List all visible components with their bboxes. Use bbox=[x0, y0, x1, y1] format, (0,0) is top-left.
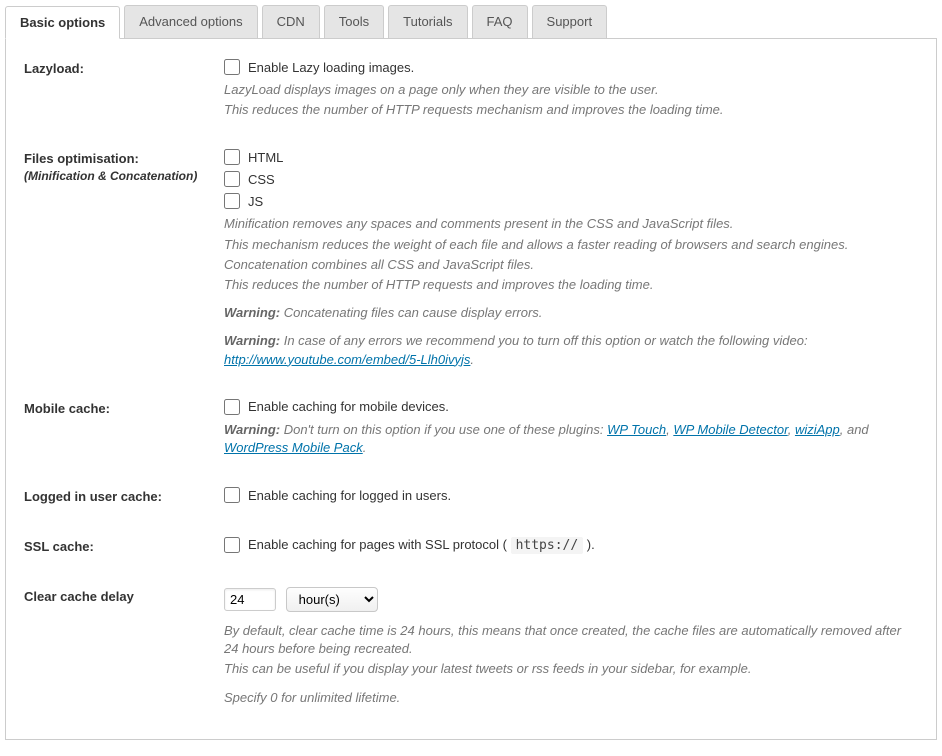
filesopt-warning-2: Warning: In case of any errors we recomm… bbox=[224, 332, 918, 368]
label-clear-cache-delay: Clear cache delay bbox=[24, 589, 224, 604]
lazyload-desc-1: LazyLoad displays images on a page only … bbox=[224, 81, 918, 99]
checkbox-html-label[interactable]: HTML bbox=[248, 150, 283, 165]
link-wp-mobile-detector[interactable]: WP Mobile Detector bbox=[673, 422, 787, 437]
clear-cache-desc-1: By default, clear cache time is 24 hours… bbox=[224, 622, 918, 658]
label-logged-in-cache: Logged in user cache: bbox=[24, 489, 224, 504]
label-lazyload: Lazyload: bbox=[24, 61, 224, 76]
tab-advanced-options[interactable]: Advanced options bbox=[124, 5, 257, 38]
filesopt-desc-2: This mechanism reduces the weight of eac… bbox=[224, 236, 918, 254]
tabs-nav: Basic options Advanced options CDN Tools… bbox=[5, 5, 937, 39]
tab-cdn[interactable]: CDN bbox=[262, 5, 320, 38]
lazyload-desc-2: This reduces the number of HTTP requests… bbox=[224, 101, 918, 119]
tab-basic-options[interactable]: Basic options bbox=[5, 6, 120, 39]
checkbox-css-label[interactable]: CSS bbox=[248, 172, 275, 187]
select-cache-delay-unit[interactable]: hour(s) bbox=[286, 587, 378, 612]
filesopt-warning-1: Warning: Concatenating files can cause d… bbox=[224, 304, 918, 322]
row-logged-in-cache: Logged in user cache: Enable caching for… bbox=[24, 487, 918, 509]
checkbox-lazyload-label[interactable]: Enable Lazy loading images. bbox=[248, 60, 414, 75]
label-files-optimisation: Files optimisation: bbox=[24, 151, 224, 166]
checkbox-js-label[interactable]: JS bbox=[248, 194, 263, 209]
tab-tools[interactable]: Tools bbox=[324, 5, 384, 38]
filesopt-desc-3: Concatenation combines all CSS and JavaS… bbox=[224, 256, 918, 274]
clear-cache-desc-3: Specify 0 for unlimited lifetime. bbox=[224, 689, 918, 707]
checkbox-lazyload[interactable] bbox=[224, 59, 240, 75]
row-lazyload: Lazyload: Enable Lazy loading images. La… bbox=[24, 59, 918, 121]
tab-support[interactable]: Support bbox=[532, 5, 608, 38]
link-wp-touch[interactable]: WP Touch bbox=[607, 422, 666, 437]
settings-panel: Lazyload: Enable Lazy loading images. La… bbox=[5, 39, 937, 740]
checkbox-css[interactable] bbox=[224, 171, 240, 187]
checkbox-logged-in-cache[interactable] bbox=[224, 487, 240, 503]
input-cache-delay-value[interactable] bbox=[224, 588, 276, 611]
checkbox-ssl-cache-label[interactable]: Enable caching for pages with SSL protoc… bbox=[248, 537, 595, 553]
checkbox-html[interactable] bbox=[224, 149, 240, 165]
link-youtube-video[interactable]: http://www.youtube.com/embed/5-Llh0ivyjs bbox=[224, 352, 470, 367]
clear-cache-desc-2: This can be useful if you display your l… bbox=[224, 660, 918, 678]
label-ssl-cache: SSL cache: bbox=[24, 539, 224, 554]
filesopt-desc-1: Minification removes any spaces and comm… bbox=[224, 215, 918, 233]
row-clear-cache-delay: Clear cache delay hour(s) By default, cl… bbox=[24, 587, 918, 709]
checkbox-js[interactable] bbox=[224, 193, 240, 209]
label-mobile-cache: Mobile cache: bbox=[24, 401, 224, 416]
tab-faq[interactable]: FAQ bbox=[472, 5, 528, 38]
checkbox-ssl-cache[interactable] bbox=[224, 537, 240, 553]
label-files-optimisation-sub: (Minification & Concatenation) bbox=[24, 169, 224, 183]
link-wiziapp[interactable]: wiziApp bbox=[795, 422, 840, 437]
mobile-cache-warning: Warning: Don't turn on this option if yo… bbox=[224, 421, 918, 457]
checkbox-logged-in-cache-label[interactable]: Enable caching for logged in users. bbox=[248, 488, 451, 503]
row-files-optimisation: Files optimisation: (Minification & Conc… bbox=[24, 149, 918, 370]
checkbox-mobile-cache[interactable] bbox=[224, 399, 240, 415]
row-mobile-cache: Mobile cache: Enable caching for mobile … bbox=[24, 399, 918, 459]
tab-tutorials[interactable]: Tutorials bbox=[388, 5, 467, 38]
row-ssl-cache: SSL cache: Enable caching for pages with… bbox=[24, 537, 918, 559]
ssl-code: https:// bbox=[511, 537, 584, 554]
link-wordpress-mobile-pack[interactable]: WordPress Mobile Pack bbox=[224, 440, 363, 455]
filesopt-desc-4: This reduces the number of HTTP requests… bbox=[224, 276, 918, 294]
checkbox-mobile-cache-label[interactable]: Enable caching for mobile devices. bbox=[248, 399, 449, 414]
